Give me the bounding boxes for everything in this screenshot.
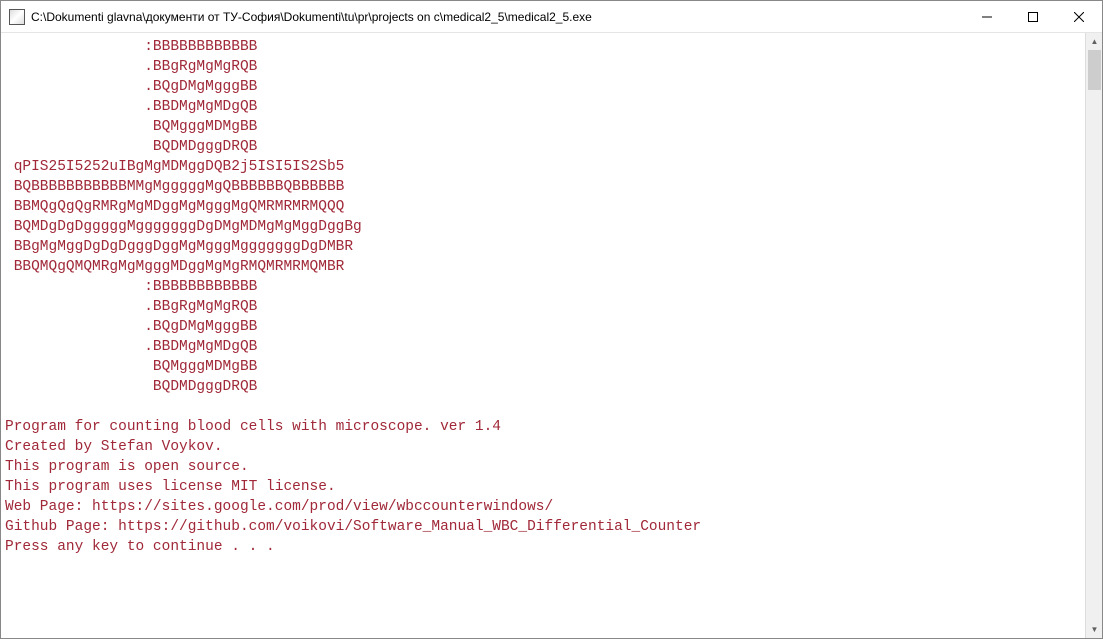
vertical-scrollbar[interactable]: ▲ ▼ [1085,33,1102,638]
github-line: Github Page: https://github.com/voikovi/… [5,519,701,535]
ascii-art-line: .BBgRgMgMgRQB [5,59,257,75]
ascii-art-line: .BBgRgMgMgRQB [5,299,257,315]
window-title: C:\Dokumenti glavna\документи от ТУ-Софи… [31,10,964,24]
ascii-art-line: .BBDMgMgMDgQB [5,339,257,355]
ascii-art-line: BQDMDgggDRQB [5,139,257,155]
ascii-art-line: BQBBBBBBBBBBBMMgMgggggMgQBBBBBBQBBBBBB [5,179,344,195]
app-icon [9,9,25,25]
console-area: :BBBBBBBBBBBB .BBgRgMgMgRQB .BQgDMgMgggB… [1,33,1102,638]
ascii-art-line: BBgMgMggDgDgDgggDggMgMgggMgggggggDgDMBR [5,239,353,255]
author-line: Created by Stefan Voykov. [5,439,223,455]
maximize-button[interactable] [1010,1,1056,32]
maximize-icon [1028,12,1038,22]
ascii-art-line: qPIS25I5252uIBgMgMDMggDQB2j5ISI5IS2Sb5 [5,159,344,175]
webpage-line: Web Page: https://sites.google.com/prod/… [5,499,553,515]
press-any-key: Press any key to continue . . . [5,539,275,555]
scroll-down-arrow[interactable]: ▼ [1086,621,1103,638]
ascii-art-line: :BBBBBBBBBBBB [5,279,257,295]
minimize-button[interactable] [964,1,1010,32]
window-controls [964,1,1102,32]
minimize-icon [982,12,992,22]
ascii-art-line: BQMgggMDMgBB [5,119,257,135]
close-icon [1074,12,1084,22]
ascii-art-line: :BBBBBBBBBBBB [5,39,257,55]
ascii-art-line: BQMDgDgDgggggMgggggggDgDMgMDMgMgMggDggBg [5,219,362,235]
ascii-art-line: .BQgDMgMgggBB [5,319,257,335]
ascii-art-line: BQDMDgggDRQB [5,379,257,395]
scroll-up-arrow[interactable]: ▲ [1086,33,1103,50]
ascii-art-line: .BQgDMgMgggBB [5,79,257,95]
ascii-art-line: .BBDMgMgMDgQB [5,99,257,115]
titlebar: C:\Dokumenti glavna\документи от ТУ-Софи… [1,1,1102,33]
ascii-art-line: BBQMQgQMQMRgMgMgggMDggMgMgRMQMRMRMQMBR [5,259,344,275]
scroll-thumb[interactable] [1088,50,1101,90]
ascii-art-line: BBMQgQgQgRMRgMgMDggMgMgggMgQMRMRMRMQQQ [5,199,344,215]
opensource-line: This program is open source. [5,459,249,475]
console-output: :BBBBBBBBBBBB .BBgRgMgMgRQB .BQgDMgMgggB… [1,33,1085,638]
app-window: C:\Dokumenti glavna\документи от ТУ-Софи… [0,0,1103,639]
close-button[interactable] [1056,1,1102,32]
ascii-art-line: BQMgggMDMgBB [5,359,257,375]
license-line: This program uses license MIT license. [5,479,336,495]
program-description: Program for counting blood cells with mi… [5,419,501,435]
